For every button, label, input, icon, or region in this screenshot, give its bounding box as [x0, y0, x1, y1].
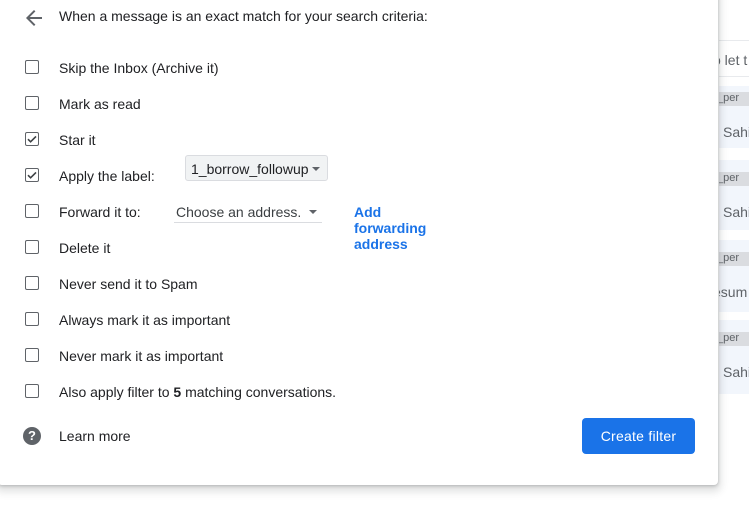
- add-forwarding-address-link[interactable]: Add forwarding address: [354, 204, 426, 252]
- option-label: Mark as read: [59, 96, 141, 112]
- list-item-sender: Sahi: [723, 364, 749, 380]
- divider: [719, 76, 749, 77]
- dialog-header: When a message is an exact match for you…: [59, 8, 428, 24]
- checkbox[interactable]: [25, 204, 39, 218]
- dropdown-arrow-icon: [312, 167, 320, 171]
- list-item-sender: Sahi: [723, 124, 749, 140]
- checkbox[interactable]: [25, 240, 39, 254]
- background-inbox: o let t _per Sahi _per Sahi _per esum _p…: [719, 0, 749, 510]
- option-label: Also apply filter to 5 matching conversa…: [59, 384, 337, 400]
- label-chip: _per: [719, 92, 749, 106]
- list-item-sender: Sahi: [723, 204, 749, 220]
- option-label: Delete it: [59, 240, 111, 256]
- label-select-value: 1_borrow_followup: [191, 161, 309, 177]
- list-item[interactable]: [719, 240, 749, 312]
- forward-address-select[interactable]: Choose an address.: [174, 203, 322, 223]
- dropdown-arrow-icon: [309, 210, 317, 214]
- learn-more-link[interactable]: Learn more: [59, 428, 131, 444]
- label-select[interactable]: 1_borrow_followup: [185, 155, 328, 181]
- checkbox[interactable]: [25, 384, 39, 398]
- checkbox[interactable]: [25, 312, 39, 326]
- option-label: Star it: [59, 132, 96, 148]
- option-label: Skip the Inbox (Archive it): [59, 60, 219, 76]
- forward-select-value: Choose an address.: [176, 204, 302, 220]
- create-filter-button[interactable]: Create filter: [582, 418, 695, 454]
- checkbox[interactable]: [25, 60, 39, 74]
- checkbox[interactable]: [25, 348, 39, 362]
- label-chip: _per: [719, 332, 749, 346]
- option-label: Always mark it as important: [59, 312, 231, 328]
- option-label: Never send it to Spam: [59, 276, 198, 292]
- label-chip: _per: [719, 252, 749, 266]
- label-chip: _per: [719, 172, 749, 186]
- checkbox[interactable]: [25, 96, 39, 110]
- help-icon[interactable]: ?: [23, 427, 41, 445]
- list-item-snippet: o let t: [719, 52, 748, 68]
- option-label: Never mark it as important: [59, 348, 224, 364]
- checkmark-icon: [27, 171, 37, 179]
- checkbox-checked[interactable]: [25, 132, 39, 146]
- list-item-snippet: esum: [719, 284, 748, 300]
- divider: [719, 40, 749, 41]
- checkbox[interactable]: [25, 276, 39, 290]
- option-label: Apply the label:: [59, 168, 155, 184]
- filter-dialog: When a message is an exact match for you…: [0, 0, 718, 485]
- checkbox-checked[interactable]: [25, 168, 39, 182]
- option-label: Forward it to:: [59, 204, 141, 220]
- back-arrow-icon[interactable]: [22, 6, 46, 30]
- checkmark-icon: [27, 135, 37, 143]
